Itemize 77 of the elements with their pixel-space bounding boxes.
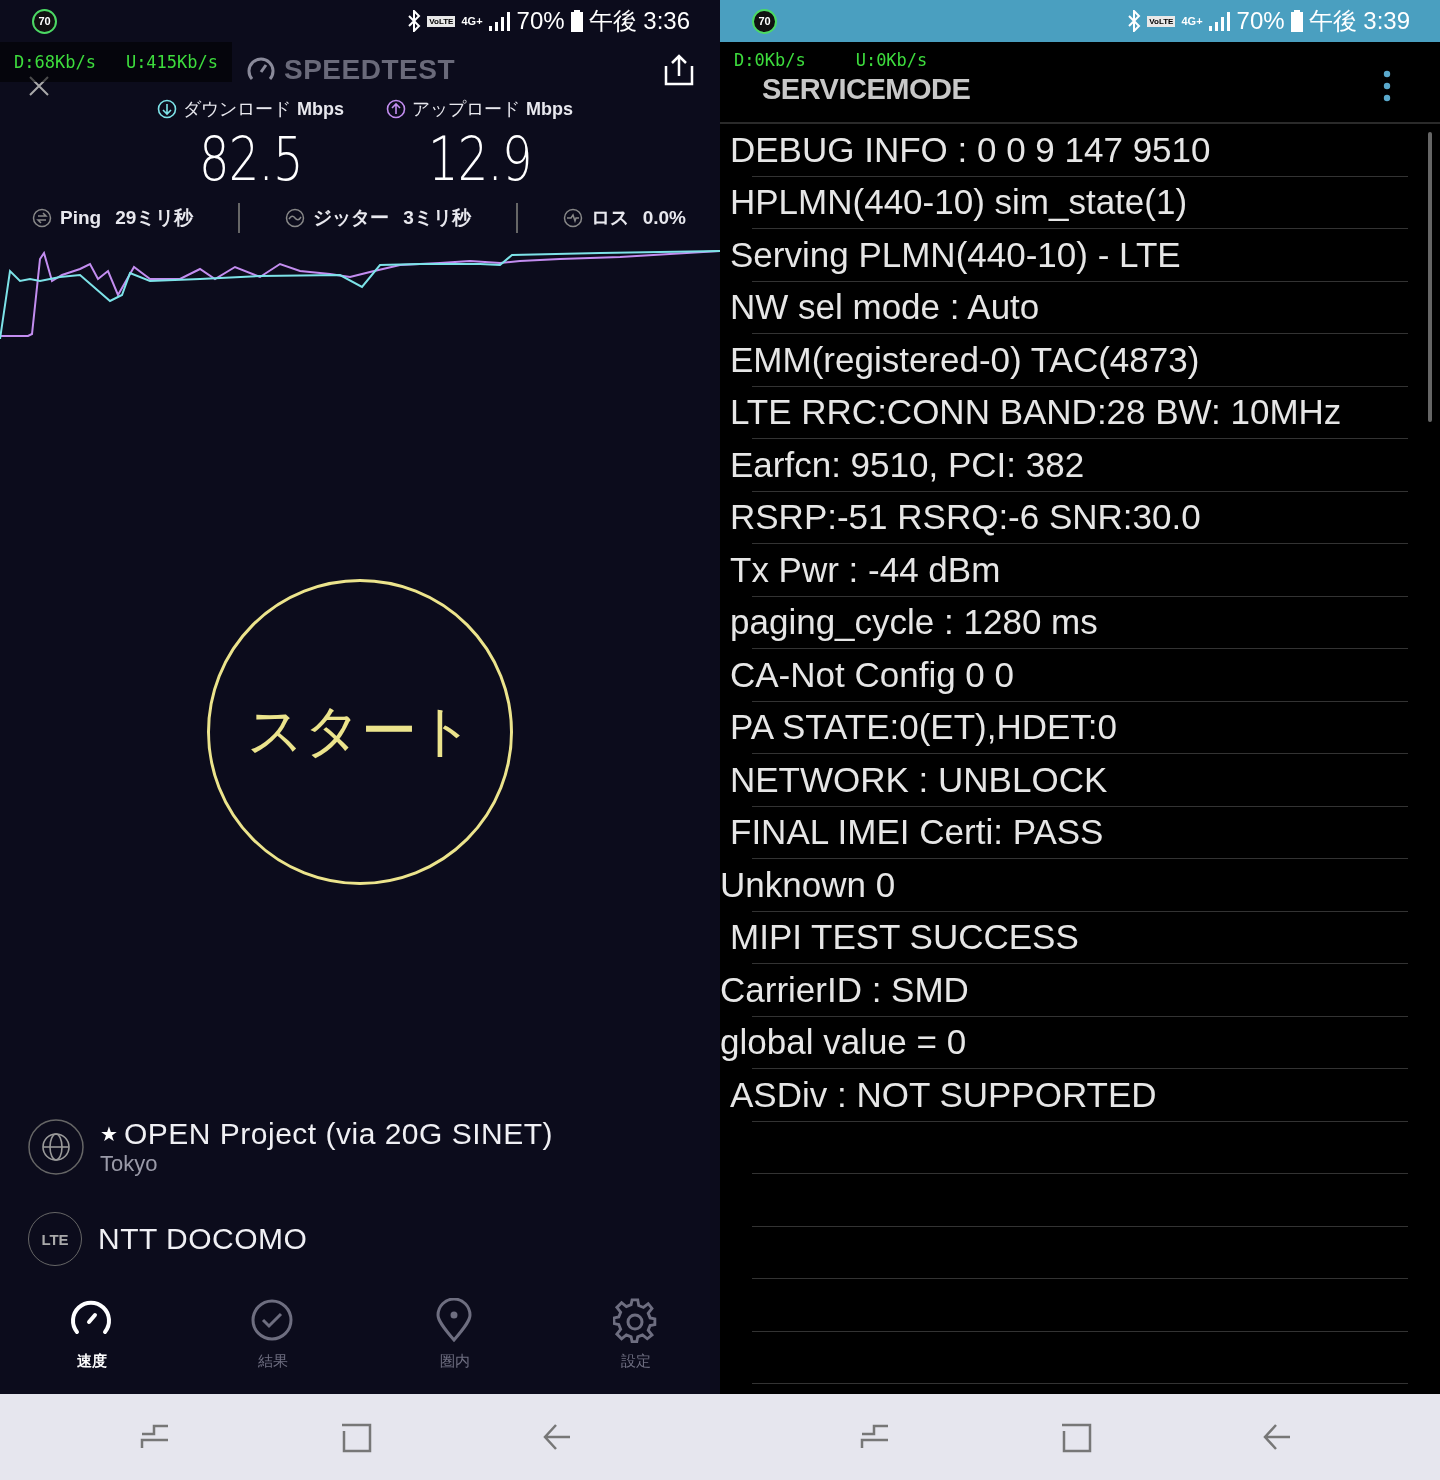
battery-icon xyxy=(570,10,583,32)
network-type: 4G+ xyxy=(461,15,483,27)
unit-label: Mbps xyxy=(526,98,573,120)
bluetooth-icon xyxy=(1127,10,1142,32)
info-line: FINAL IMEI Certi: PASS xyxy=(730,812,1104,853)
close-icon[interactable] xyxy=(28,76,50,96)
app-title: SERVICEMODE xyxy=(762,71,971,106)
start-button[interactable]: スタート xyxy=(207,578,513,885)
volte-label: VoLTE xyxy=(427,15,456,27)
stat-label: Ping xyxy=(60,207,102,229)
result-value: 82.5 xyxy=(198,123,303,196)
app-title: SPEEDTEST xyxy=(284,53,455,86)
info-line: MIPI TEST SUCCESS xyxy=(730,917,1079,958)
notification-badge: 70 xyxy=(752,8,777,34)
signal-icon xyxy=(488,11,511,31)
stat-value: 29ミリ秒 xyxy=(115,206,194,230)
info-line: RSRP:-51 RSRQ:-6 SNR:30.0 xyxy=(730,497,1201,538)
notification-badge: 70 xyxy=(32,8,57,34)
stat-label: ジッター xyxy=(313,206,390,230)
result-label: ダウンロード xyxy=(183,98,291,121)
loss-icon xyxy=(562,208,583,228)
info-line: Serving PLMN(440-10) - LTE xyxy=(730,234,1181,275)
back-icon[interactable] xyxy=(1262,1422,1292,1452)
result-value: 12.9 xyxy=(427,123,532,196)
tab[interactable]: 速度 xyxy=(56,1298,128,1394)
ping-icon xyxy=(32,208,52,228)
info-line: DEBUG INFO : 0 0 9 147 9510 xyxy=(730,129,1211,170)
info-line: paging_cycle : 1280 ms xyxy=(730,602,1098,643)
settings-icon xyxy=(613,1298,659,1346)
upload-icon xyxy=(386,99,406,119)
star-icon: ★ xyxy=(100,1122,118,1146)
back-icon[interactable] xyxy=(542,1422,572,1452)
server-name[interactable]: OPEN Project (via 20G SINET) xyxy=(123,1117,554,1151)
info-line: Earfcn: 9510, PCI: 382 xyxy=(730,444,1085,485)
info-line: PA STATE:0(ET),HDET:0 xyxy=(730,707,1118,748)
battery-percent: 70% xyxy=(1236,7,1285,35)
upload-rate: U:0Kb/s xyxy=(855,50,928,70)
info-line: HPLMN(440-10) sim_state(1) xyxy=(730,182,1188,223)
download-rate: D:68Kb/s xyxy=(14,52,96,72)
stat-value: 3ミリ秒 xyxy=(403,206,471,230)
battery-percent: 70% xyxy=(516,7,565,35)
jitter-icon xyxy=(285,208,306,228)
scrollbar[interactable] xyxy=(1428,132,1432,422)
network-type: 4G+ xyxy=(1181,15,1203,27)
upload-rate: U:415Kb/s xyxy=(125,52,218,72)
download-rate: D:0Kb/s xyxy=(734,50,806,70)
bluetooth-icon xyxy=(407,10,422,32)
stat-label: ロス xyxy=(590,206,629,230)
share-icon[interactable] xyxy=(664,53,694,86)
info-line: LTE RRC:CONN BAND:28 BW: 10MHz xyxy=(730,392,1342,433)
tab[interactable]: 結果 xyxy=(237,1298,310,1394)
info-line: NETWORK : UNBLOCK xyxy=(730,759,1108,800)
clock: 午後 3:39 xyxy=(1308,6,1410,36)
carrier-name: NTT DOCOMO xyxy=(98,1222,308,1256)
result-label: アップロード xyxy=(412,98,520,121)
globe-icon xyxy=(28,1119,84,1175)
server-location: Tokyo xyxy=(100,1151,159,1177)
tab[interactable]: 圏内 xyxy=(418,1298,491,1394)
info-line: global value = 0 xyxy=(720,1022,967,1063)
unit-label: Mbps xyxy=(297,98,344,120)
info-line: Unknown 0 xyxy=(720,864,896,905)
more-options-icon[interactable] xyxy=(1382,70,1392,102)
battery-icon xyxy=(1290,10,1303,32)
volte-label: VoLTE xyxy=(1147,15,1176,27)
home-icon[interactable] xyxy=(1060,1421,1092,1453)
info-line: Tx Pwr : -44 dBm xyxy=(730,549,1001,590)
stat-value: 0.0% xyxy=(642,207,686,229)
download-icon xyxy=(157,99,177,119)
info-line: EMM(registered-0) TAC(4873) xyxy=(730,339,1200,380)
info-line: ASDiv : NOT SUPPORTED xyxy=(730,1074,1157,1115)
info-line: NW sel mode : Auto xyxy=(730,287,1040,328)
tab[interactable]: 設定 xyxy=(600,1298,672,1394)
clock: 午後 3:36 xyxy=(588,6,690,36)
info-line: CA-Not Config 0 0 xyxy=(730,654,1015,695)
home-icon[interactable] xyxy=(340,1421,372,1453)
info-line: CarrierID : SMD xyxy=(720,969,969,1010)
signal-icon xyxy=(1208,11,1231,31)
